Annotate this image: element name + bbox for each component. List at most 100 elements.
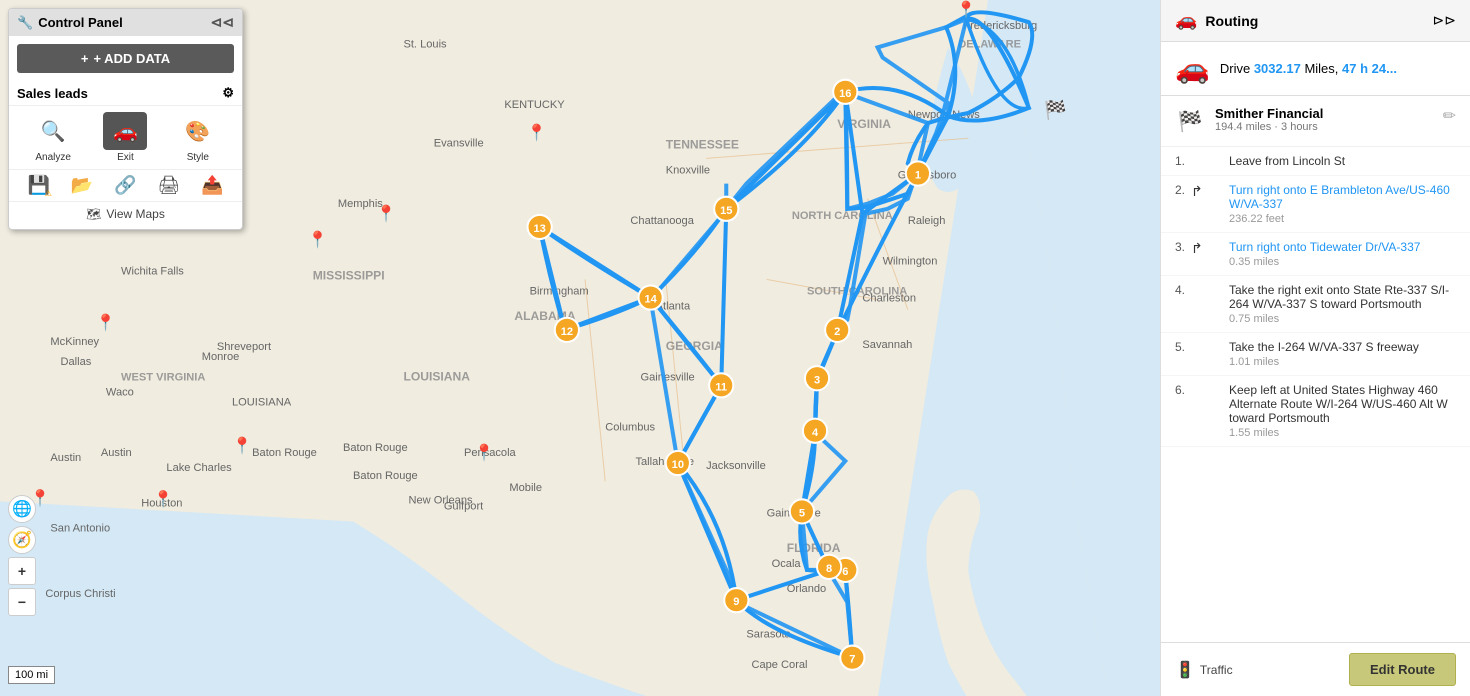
svg-text:St. Louis: St. Louis (403, 38, 447, 50)
direction-6: 6. Keep left at United States Highway 46… (1161, 376, 1470, 447)
traffic-label: Traffic (1200, 663, 1233, 677)
svg-text:📍: 📍 (956, 0, 976, 19)
exit-button[interactable]: 🚗 Exit (103, 112, 147, 163)
dir-num-2: 2. (1175, 183, 1185, 197)
svg-text:DELAWARE: DELAWARE (958, 38, 1021, 50)
add-data-button[interactable]: + + ADD DATA (17, 44, 234, 73)
svg-text:Ocala: Ocala (772, 558, 802, 570)
map-controls: 🌐 🧭 + − (8, 495, 36, 616)
svg-text:Baton Rouge: Baton Rouge (343, 442, 408, 454)
dir-icon-3: ↱ (1191, 240, 1203, 257)
svg-text:📍: 📍 (96, 313, 116, 332)
dir-num-3: 3. (1175, 240, 1185, 254)
style-button[interactable]: 🎨 Style (176, 112, 220, 163)
save-icon[interactable]: 💾 (27, 175, 49, 196)
add-data-label: + ADD DATA (93, 51, 170, 66)
routing-footer: 🚦 Traffic Edit Route (1161, 642, 1470, 696)
miles-unit: Miles, (1304, 61, 1342, 76)
expand-icon[interactable]: ⊳⊳ (1433, 12, 1456, 29)
svg-text:New Orleans: New Orleans (409, 494, 473, 506)
svg-text:Austin: Austin (50, 452, 81, 464)
svg-text:1: 1 (915, 170, 921, 182)
traffic-button[interactable]: 🚦 Traffic (1175, 660, 1233, 680)
svg-text:📍: 📍 (376, 204, 396, 223)
dir-dist-6: 1.55 miles (1229, 427, 1456, 439)
direction-5: 5. Take the I-264 W/VA-337 S freeway 1.0… (1161, 333, 1470, 376)
dir-num-4: 4. (1175, 283, 1185, 297)
scale-bar: 100 mi (8, 666, 55, 684)
dir-text-2: Turn right onto E Brambleton Ave/US-460 … (1229, 183, 1456, 211)
compass-btn[interactable]: 🧭 (8, 526, 36, 554)
export-icon[interactable]: 📤 (201, 175, 223, 196)
sales-leads-row: Sales leads ⚙ (9, 81, 242, 105)
svg-text:🏁: 🏁 (1044, 99, 1067, 120)
svg-text:16: 16 (839, 88, 851, 100)
dir-num-5: 5. (1175, 340, 1185, 354)
svg-text:MISSISSIPPI: MISSISSIPPI (313, 268, 385, 282)
stop-actions: ✏ (1443, 106, 1456, 126)
svg-text:LOUISIANA: LOUISIANA (232, 396, 292, 408)
start-flag-icon: 🏁 (1175, 106, 1205, 136)
style-label: Style (187, 152, 209, 163)
direction-3: 3. ↱ Turn right onto Tidewater Dr/VA-337… (1161, 233, 1470, 276)
direction-4: 4. Take the right exit onto State Rte-33… (1161, 276, 1470, 333)
print-icon[interactable]: 🖨 (157, 175, 180, 196)
zoom-globe-btn[interactable]: 🌐 (8, 495, 36, 523)
edit-route-button[interactable]: Edit Route (1349, 653, 1456, 686)
svg-text:9: 9 (733, 596, 739, 608)
open-icon[interactable]: 📂 (71, 175, 93, 196)
routing-directions[interactable]: 🏁 Smither Financial 194.4 miles · 3 hour… (1161, 96, 1470, 642)
exit-label: Exit (117, 152, 134, 163)
svg-text:Lake Charles: Lake Charles (166, 462, 232, 474)
dir-num-1: 1. (1175, 154, 1185, 168)
first-stop-name: Smither Financial (1215, 106, 1433, 121)
svg-text:15: 15 (720, 205, 732, 217)
svg-text:Waco: Waco (106, 386, 134, 398)
hours-value: 47 h 24... (1342, 61, 1397, 76)
routing-summary: 🚗 Drive 3032.17 Miles, 47 h 24... (1161, 42, 1470, 96)
dir-text-6: Keep left at United States Highway 460 A… (1229, 383, 1456, 425)
svg-text:2: 2 (834, 326, 840, 338)
svg-text:Mobile: Mobile (509, 482, 542, 494)
svg-text:Savannah: Savannah (862, 339, 912, 351)
svg-text:Birmingham: Birmingham (530, 286, 589, 298)
dir-dist-5: 1.01 miles (1229, 356, 1456, 368)
svg-text:📍: 📍 (474, 443, 494, 462)
svg-text:KENTUCKY: KENTUCKY (504, 99, 565, 111)
svg-text:Evansville: Evansville (434, 137, 484, 149)
routing-header: 🚗 Routing ⊳⊳ (1161, 0, 1470, 42)
analyze-button[interactable]: 🔍 Analyze (31, 112, 75, 163)
svg-text:Austin: Austin (101, 447, 132, 459)
svg-text:Dallas: Dallas (61, 356, 92, 368)
svg-text:Raleigh: Raleigh (908, 215, 946, 227)
first-stop-info: Smither Financial 194.4 miles · 3 hours (1215, 106, 1433, 133)
collapse-icon[interactable]: ⊲⊲ (211, 14, 234, 31)
dir-text-4: Take the right exit onto State Rte-337 S… (1229, 283, 1456, 311)
svg-text:Corpus Christi: Corpus Christi (45, 588, 115, 600)
dir-text-3: Turn right onto Tidewater Dr/VA-337 (1229, 240, 1456, 254)
miles-value: 3032.17 (1254, 61, 1301, 76)
svg-text:11: 11 (715, 381, 727, 393)
plus-icon: + (81, 51, 89, 66)
share-icon[interactable]: 🔗 (114, 175, 136, 196)
dir-text-5: Take the I-264 W/VA-337 S freeway (1229, 340, 1456, 354)
map-area[interactable]: ARKANSAS MISSISSIPPI ALABAMA GEORGIA LOU… (0, 0, 1160, 696)
route-car-icon: 🚗 (1175, 52, 1210, 85)
svg-text:Knoxville: Knoxville (666, 164, 710, 176)
svg-text:Wilmington: Wilmington (883, 255, 938, 267)
analyze-label: Analyze (35, 152, 71, 163)
svg-text:14: 14 (644, 294, 657, 306)
svg-text:Charleston: Charleston (862, 293, 916, 305)
view-maps-row[interactable]: 🗺 View Maps (9, 201, 242, 229)
svg-text:LOUISIANA: LOUISIANA (403, 369, 470, 383)
edit-stop-icon[interactable]: ✏ (1443, 106, 1456, 126)
routing-summary-text: Drive 3032.17 Miles, 47 h 24... (1220, 61, 1397, 76)
cp-toolbar: 💾 📂 🔗 🖨 📤 (9, 169, 242, 201)
zoom-out-btn[interactable]: − (8, 588, 36, 616)
settings-icon[interactable]: ⚙ (222, 85, 234, 101)
cp-title: Control Panel (38, 15, 123, 30)
sales-leads-label: Sales leads (17, 86, 88, 101)
svg-text:5: 5 (799, 507, 805, 519)
cp-icons-row: 🔍 Analyze 🚗 Exit 🎨 Style (9, 105, 242, 169)
zoom-in-btn[interactable]: + (8, 557, 36, 585)
